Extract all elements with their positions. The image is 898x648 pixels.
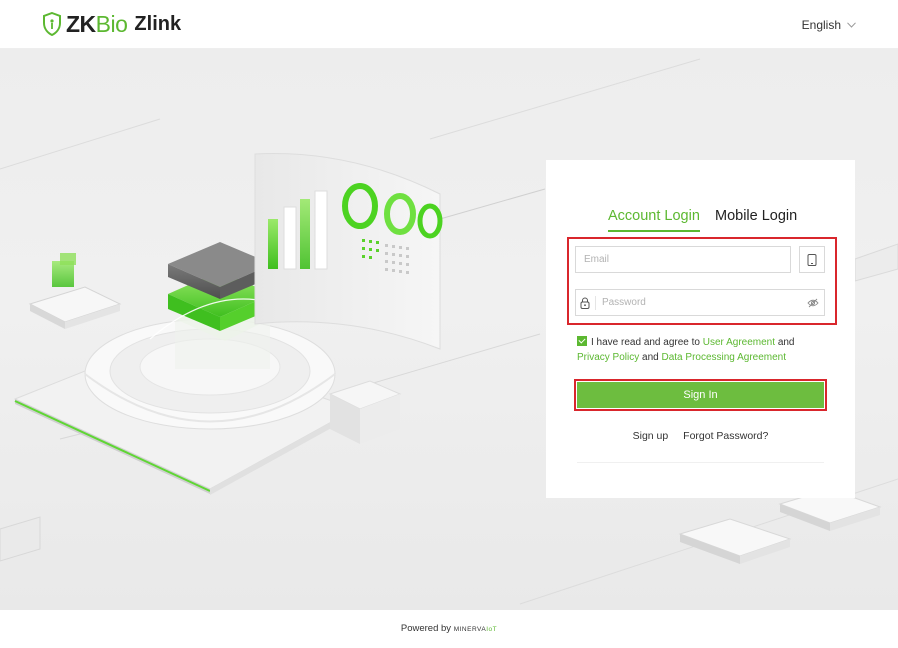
top-header: ZK Bio Zlink English xyxy=(0,0,898,49)
phone-login-toggle[interactable] xyxy=(799,246,825,273)
user-agreement-link[interactable]: User Agreement xyxy=(703,337,775,348)
sign-in-button[interactable]: Sign In xyxy=(577,382,824,408)
account-links: Sign up Forgot Password? xyxy=(546,430,855,442)
minerva-iot-text: IoT xyxy=(486,626,498,633)
logo-zk-text: ZK xyxy=(66,10,96,37)
data-processing-link[interactable]: Data Processing Agreement xyxy=(662,352,787,363)
chevron-down-icon xyxy=(847,22,856,28)
forgot-password-link[interactable]: Forgot Password? xyxy=(683,430,768,442)
login-tabs: Account Login Mobile Login xyxy=(546,208,855,236)
powered-by-label: Powered by xyxy=(400,623,452,634)
language-selector[interactable]: English xyxy=(802,18,856,32)
tab-account-login[interactable]: Account Login xyxy=(608,208,700,232)
minerva-logo: MINERVAIoT xyxy=(454,626,497,633)
page-footer: Powered by MINERVAIoT xyxy=(0,610,898,648)
minerva-brand-text: MINERVA xyxy=(453,626,487,633)
lock-icon xyxy=(576,295,596,310)
logo-bio-text: Bio xyxy=(95,10,128,37)
email-input[interactable] xyxy=(576,247,790,272)
shield-logo-icon xyxy=(43,12,61,36)
logo-product-text: Zlink xyxy=(134,12,182,35)
password-input[interactable] xyxy=(595,290,803,315)
agree-and-1: and xyxy=(777,337,795,348)
tab-mobile-login[interactable]: Mobile Login xyxy=(715,208,797,230)
email-field[interactable] xyxy=(575,246,791,273)
password-field[interactable] xyxy=(575,289,825,316)
agree-and-2: and xyxy=(642,352,659,363)
checkbox-checked-icon[interactable] xyxy=(577,336,587,346)
privacy-policy-link[interactable]: Privacy Policy xyxy=(577,352,639,363)
agree-prefix: I have read and agree to xyxy=(591,337,700,348)
login-card: Account Login Mobile Login xyxy=(546,160,855,498)
eye-off-icon[interactable] xyxy=(803,298,824,308)
sign-up-link[interactable]: Sign up xyxy=(633,430,669,442)
card-divider xyxy=(577,462,824,463)
agreement-row: I have read and agree to User Agreement … xyxy=(577,335,827,365)
phone-icon xyxy=(807,253,817,266)
zkbio-zlink-logo[interactable]: ZK Bio Zlink xyxy=(42,11,181,37)
language-label: English xyxy=(801,18,841,32)
